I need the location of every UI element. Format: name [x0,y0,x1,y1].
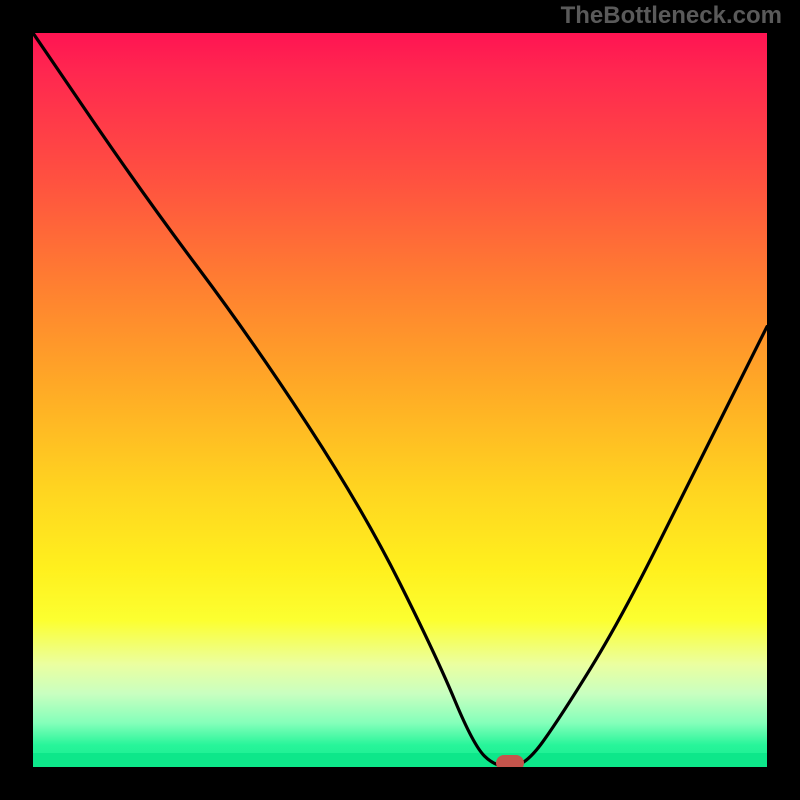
chart-container: TheBottleneck.com [0,0,800,800]
optimal-point-marker [496,755,524,767]
watermark-text: TheBottleneck.com [561,2,782,30]
bottleneck-curve [33,33,767,767]
plot-area [33,33,767,767]
